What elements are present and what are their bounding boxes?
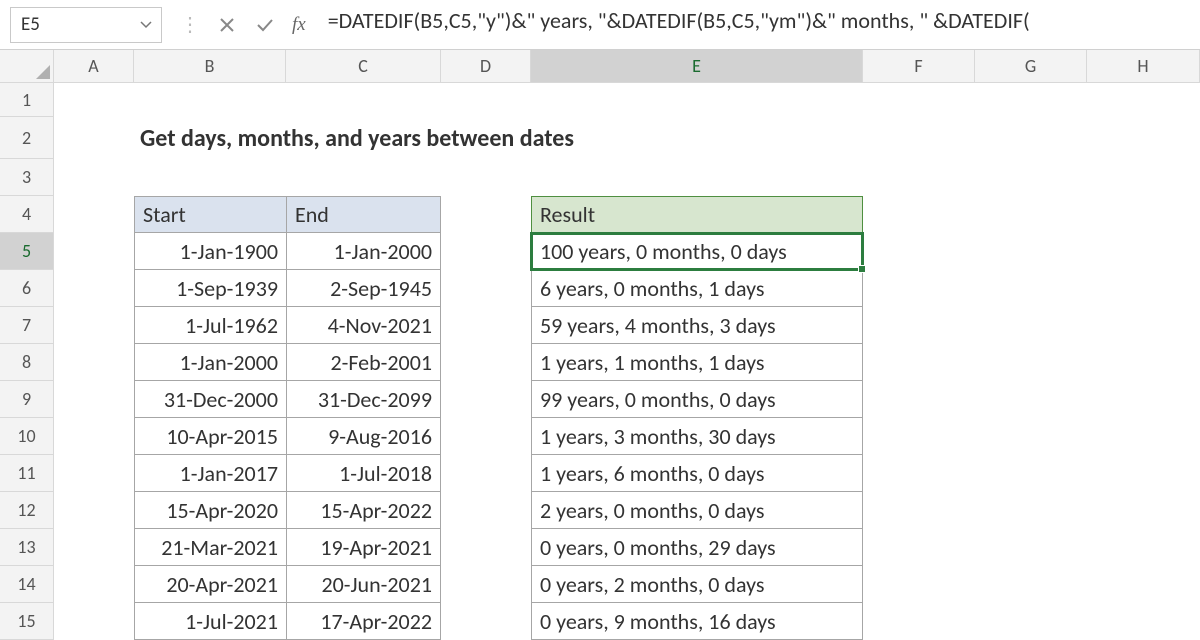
cell-start[interactable]: 10-Apr-2015 — [134, 418, 286, 455]
cell-start[interactable]: 1-Jan-2017 — [134, 455, 286, 492]
cell-reference: E5 — [21, 13, 40, 36]
row-header-5[interactable]: 5 — [0, 233, 54, 270]
row-header-1[interactable]: 1 — [0, 83, 54, 117]
spreadsheet: ABCDEFGH 123456789101112131415 Get days,… — [0, 50, 1200, 640]
check-icon[interactable] — [254, 14, 276, 36]
col-header-H[interactable]: H — [1087, 50, 1200, 83]
cell-result[interactable]: 99 years, 0 months, 0 days — [531, 381, 863, 418]
row-header-10[interactable]: 10 — [0, 418, 54, 455]
cell-end[interactable]: 2-Feb-2001 — [286, 344, 441, 381]
cell-start[interactable]: 1-Jan-1900 — [134, 233, 286, 270]
formula-bar-icons: ⋮ fx — [162, 12, 318, 37]
header-start[interactable]: Start — [134, 196, 286, 233]
col-header-F[interactable]: F — [863, 50, 975, 83]
cell-end[interactable]: 4-Nov-2021 — [286, 307, 441, 344]
row-header-4[interactable]: 4 — [0, 196, 54, 233]
row-header-11[interactable]: 11 — [0, 455, 54, 492]
cell-end[interactable]: 1-Jul-2018 — [286, 455, 441, 492]
cell-start[interactable]: 1-Jul-2021 — [134, 603, 286, 640]
fx-icon[interactable]: fx — [292, 14, 306, 36]
col-header-E[interactable]: E — [531, 50, 863, 83]
column-headers: ABCDEFGH — [0, 50, 1200, 83]
row-header-13[interactable]: 13 — [0, 529, 54, 566]
col-header-B[interactable]: B — [134, 50, 286, 83]
select-all-corner[interactable] — [0, 50, 54, 83]
cell-end[interactable]: 17-Apr-2022 — [286, 603, 441, 640]
col-header-G[interactable]: G — [975, 50, 1087, 83]
cell-end[interactable]: 19-Apr-2021 — [286, 529, 441, 566]
cells-area[interactable]: Get days, months, and years between date… — [54, 83, 1200, 640]
cell-result[interactable]: 1 years, 3 months, 30 days — [531, 418, 863, 455]
col-header-C[interactable]: C — [286, 50, 441, 83]
cell-end[interactable]: 9-Aug-2016 — [286, 418, 441, 455]
col-header-A[interactable]: A — [54, 50, 134, 83]
cell-end[interactable]: 31-Dec-2099 — [286, 381, 441, 418]
row-header-7[interactable]: 7 — [0, 307, 54, 344]
cell-start[interactable]: 20-Apr-2021 — [134, 566, 286, 603]
formula-input[interactable]: =DATEDIF(B5,C5,"y")&" years, "&DATEDIF(B… — [318, 7, 1190, 43]
cell-result[interactable]: 2 years, 0 months, 0 days — [531, 492, 863, 529]
cell-result[interactable]: 0 years, 9 months, 16 days — [531, 603, 863, 640]
row-header-6[interactable]: 6 — [0, 270, 54, 307]
cell-start[interactable]: 21-Mar-2021 — [134, 529, 286, 566]
cell-result[interactable]: 1 years, 1 months, 1 days — [531, 344, 863, 381]
row-header-9[interactable]: 9 — [0, 381, 54, 418]
row-header-14[interactable]: 14 — [0, 566, 54, 603]
row-header-2[interactable]: 2 — [0, 117, 54, 159]
page-title: Get days, months, and years between date… — [134, 117, 863, 159]
cancel-icon[interactable] — [216, 14, 238, 36]
cell-start[interactable]: 31-Dec-2000 — [134, 381, 286, 418]
separator-icon: ⋮ — [180, 12, 200, 37]
row-header-8[interactable]: 8 — [0, 344, 54, 381]
cell-result[interactable]: 0 years, 2 months, 0 days — [531, 566, 863, 603]
cell-start[interactable]: 1-Jul-1962 — [134, 307, 286, 344]
cell-start[interactable]: 1-Sep-1939 — [134, 270, 286, 307]
row-headers: 123456789101112131415 — [0, 83, 54, 640]
col-header-D[interactable]: D — [441, 50, 531, 83]
cell-start[interactable]: 15-Apr-2020 — [134, 492, 286, 529]
row-header-15[interactable]: 15 — [0, 603, 54, 640]
formula-bar: E5 ⋮ fx =DATEDIF(B5,C5,"y")&" years, "&D… — [0, 0, 1200, 50]
cell-result[interactable]: 100 years, 0 months, 0 days — [531, 233, 863, 270]
row-header-3[interactable]: 3 — [0, 159, 54, 196]
header-result[interactable]: Result — [531, 196, 863, 233]
chevron-down-icon[interactable] — [137, 16, 155, 34]
row-header-12[interactable]: 12 — [0, 492, 54, 529]
cell-end[interactable]: 1-Jan-2000 — [286, 233, 441, 270]
cell-result[interactable]: 0 years, 0 months, 29 days — [531, 529, 863, 566]
cell-result[interactable]: 1 years, 6 months, 0 days — [531, 455, 863, 492]
header-end[interactable]: End — [286, 196, 441, 233]
cell-result[interactable]: 6 years, 0 months, 1 days — [531, 270, 863, 307]
name-box[interactable]: E5 — [10, 7, 162, 43]
cell-end[interactable]: 15-Apr-2022 — [286, 492, 441, 529]
cell-result[interactable]: 59 years, 4 months, 3 days — [531, 307, 863, 344]
cell-end[interactable]: 20-Jun-2021 — [286, 566, 441, 603]
cell-end[interactable]: 2-Sep-1945 — [286, 270, 441, 307]
cell-start[interactable]: 1-Jan-2000 — [134, 344, 286, 381]
